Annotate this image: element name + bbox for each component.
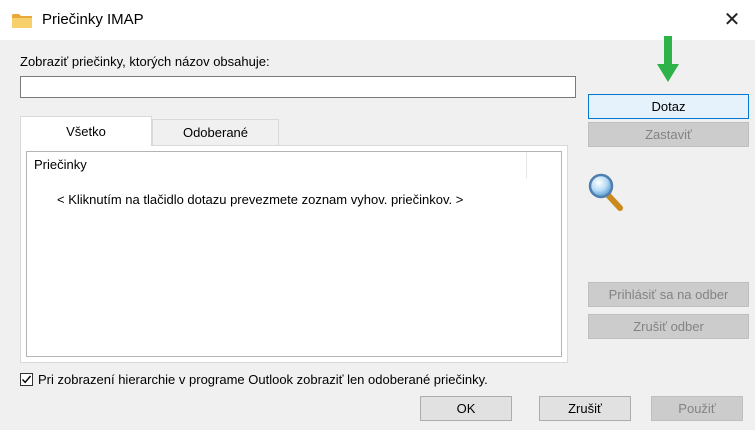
subscribe-button[interactable]: Prihlásiť sa na odber — [588, 282, 749, 307]
dialog-body: Zobraziť priečinky, ktorých názov obsahu… — [0, 36, 755, 430]
subscribed-only-label: Pri zobrazení hierarchie v programe Outl… — [38, 372, 488, 387]
ok-button[interactable]: OK — [420, 396, 512, 421]
tab-subscribed[interactable]: Odoberané — [152, 119, 279, 145]
apply-button[interactable]: Použiť — [651, 396, 743, 421]
tab-panel: Priečinky < Kliknutím na tlačidlo dotazu… — [20, 145, 568, 363]
imap-folders-dialog: Priečinky IMAP ✕ Zobraziť priečinky, kto… — [0, 0, 755, 430]
title-bar: Priečinky IMAP ✕ — [0, 0, 755, 40]
folders-column-header[interactable]: Priečinky — [27, 152, 527, 178]
query-button[interactable]: Dotaz — [588, 94, 749, 119]
cancel-button[interactable]: Zrušiť — [539, 396, 631, 421]
folder-list[interactable]: Priečinky < Kliknutím na tlačidlo dotazu… — [26, 151, 562, 357]
window-title: Priečinky IMAP — [42, 11, 144, 28]
filter-label: Zobraziť priečinky, ktorých názov obsahu… — [20, 54, 270, 69]
magnifier-icon — [588, 173, 623, 211]
stop-button[interactable]: Zastaviť — [588, 122, 749, 147]
list-empty-message: < Kliknutím na tlačidlo dotazu prevezmet… — [57, 192, 464, 207]
subscribed-only-option[interactable]: Pri zobrazení hierarchie v programe Outl… — [20, 372, 488, 387]
unsubscribe-button[interactable]: Zrušiť odber — [588, 314, 749, 339]
subscribed-only-checkbox[interactable] — [20, 373, 33, 386]
filter-input[interactable] — [20, 76, 576, 98]
close-icon: ✕ — [723, 8, 741, 31]
checkmark-icon — [21, 375, 32, 384]
tab-all[interactable]: Všetko — [20, 116, 152, 146]
close-button[interactable]: ✕ — [715, 4, 749, 34]
folder-icon — [12, 14, 32, 28]
green-arrow-down-icon — [657, 36, 679, 82]
